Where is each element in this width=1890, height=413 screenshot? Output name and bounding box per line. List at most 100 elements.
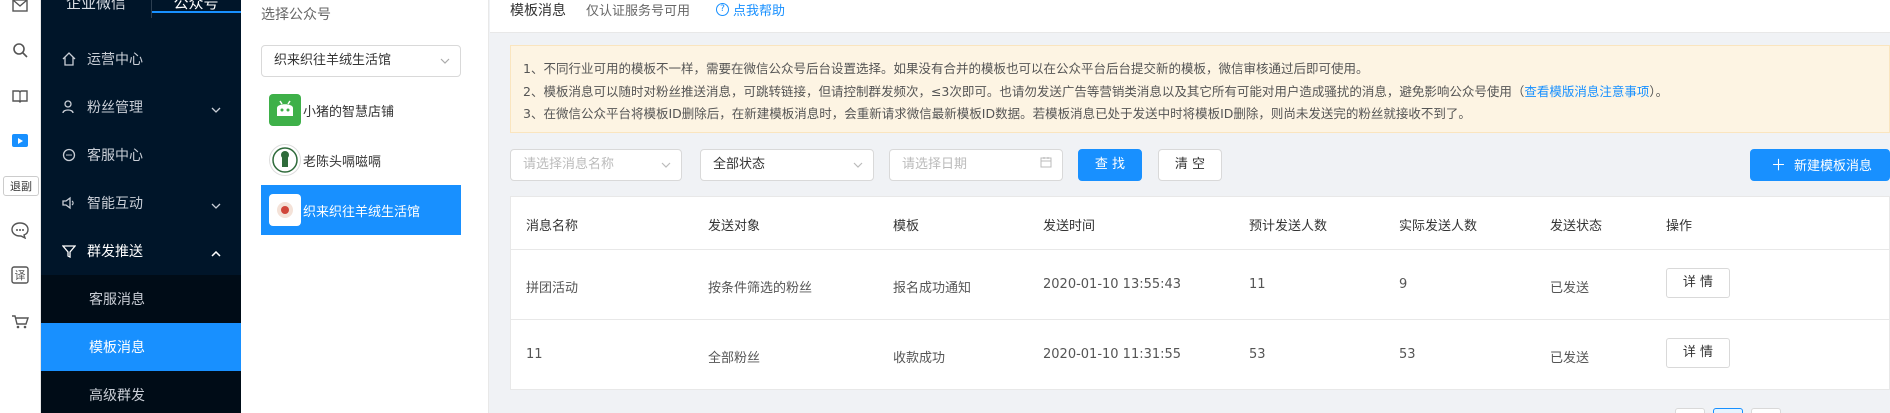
cell-target: 按条件筛选的粉丝 bbox=[708, 281, 813, 296]
nav-item-label: 客服中心 bbox=[87, 148, 143, 164]
nav-item-label: 智能互动 bbox=[87, 196, 143, 212]
cell-target: 全部粉丝 bbox=[708, 351, 761, 366]
help-link-label: 点我帮助 bbox=[733, 4, 786, 19]
nav-item-label: 群发推送 bbox=[87, 244, 143, 260]
nav-item-label: 运营中心 bbox=[87, 52, 143, 68]
cell-status: 已发送 bbox=[1550, 351, 1590, 366]
nav-item-interaction[interactable]: 智能互动 bbox=[41, 179, 241, 227]
translate-icon[interactable]: 译 bbox=[8, 263, 32, 287]
col-name: 消息名称 bbox=[526, 219, 579, 234]
col-status: 发送状态 bbox=[1550, 219, 1603, 234]
cell-actual: 9 bbox=[1399, 277, 1408, 292]
cart-icon[interactable] bbox=[8, 310, 32, 334]
notice-line-2-text: 2、模板消息可以随时对粉丝推送消息，可跳转链接，但请控制群发频次，≤3次即可。也… bbox=[523, 83, 1525, 99]
page-subtitle: 仅认证服务号可用 bbox=[586, 4, 691, 19]
col-time: 发送时间 bbox=[1043, 219, 1096, 234]
mail-icon[interactable] bbox=[8, 0, 32, 18]
nav-sub-service-msg[interactable]: 客服消息 bbox=[41, 275, 241, 323]
nav-item-operations[interactable]: 运营中心 bbox=[41, 35, 241, 83]
plus-icon: ＋ bbox=[1771, 156, 1787, 174]
chevron-down-icon bbox=[853, 150, 863, 180]
message-name-select[interactable]: 请选择消息名称 bbox=[510, 149, 682, 181]
detail-button[interactable]: 详 情 bbox=[1666, 268, 1730, 298]
notice-line-2-end: ）。 bbox=[1649, 83, 1669, 99]
pager-page[interactable] bbox=[1713, 408, 1743, 413]
notice-box: 1、不同行业可用的模板不一样，需要在微信公众号后台设置选择。如果没有合并的模板也… bbox=[510, 45, 1890, 133]
account-panel-title: 选择公众号 bbox=[261, 7, 331, 23]
chat-bubble-icon bbox=[61, 147, 77, 163]
notice-guide-link[interactable]: 查看模版消息注意事项 bbox=[1524, 84, 1649, 99]
search-button[interactable]: 查 找 bbox=[1078, 149, 1142, 181]
nav-item-service[interactable]: 客服中心 bbox=[41, 131, 241, 179]
icon-rail: 退副 译 bbox=[0, 0, 41, 413]
search-icon[interactable] bbox=[8, 38, 32, 62]
nav-tabs: 企业微信 公众号 bbox=[41, 0, 241, 18]
nav-item-fans[interactable]: 粉丝管理 bbox=[41, 83, 241, 131]
account-name: 老陈头嗝嗞嗝 bbox=[303, 154, 382, 170]
new-template-button[interactable]: ＋ 新建模板消息 bbox=[1750, 149, 1890, 181]
account-name: 织来织往羊绒生活馆 bbox=[303, 204, 421, 220]
notice-line-3: 3、在微信公众平台将模板ID删除后，在新建模板消息时，会重新请求微信最新模板ID… bbox=[523, 106, 1471, 121]
pager-prev[interactable] bbox=[1675, 408, 1705, 413]
rail-tag[interactable]: 退副 bbox=[3, 176, 39, 196]
nav-sub-template-msg[interactable]: 模板消息 bbox=[41, 323, 241, 371]
date-picker[interactable]: 请选择日期 bbox=[889, 149, 1063, 181]
pager-next[interactable] bbox=[1751, 408, 1781, 413]
tab-wecom[interactable]: 企业微信 bbox=[41, 0, 151, 16]
date-placeholder: 请选择日期 bbox=[902, 157, 968, 172]
col-target: 发送对象 bbox=[708, 219, 761, 234]
account-select[interactable]: 织来织往羊绒生活馆 bbox=[261, 45, 461, 77]
help-link[interactable]: ? 点我帮助 bbox=[716, 0, 785, 19]
account-item-selected[interactable]: 织来织往羊绒生活馆 bbox=[261, 185, 461, 235]
clear-button[interactable]: 清 空 bbox=[1158, 149, 1222, 181]
status-select[interactable]: 全部状态 bbox=[700, 149, 874, 181]
chat-icon[interactable] bbox=[8, 218, 32, 242]
account-select-value: 织来织往羊绒生活馆 bbox=[274, 53, 392, 68]
account-item[interactable]: 小猪的智慧店铺 bbox=[261, 85, 461, 135]
chevron-down-icon bbox=[661, 150, 671, 180]
user-icon bbox=[61, 99, 77, 115]
cell-status: 已发送 bbox=[1550, 281, 1590, 296]
message-table: 消息名称 发送对象 模板 发送时间 预计发送人数 实际发送人数 发送状态 操作 … bbox=[510, 196, 1890, 390]
cell-name: 拼团活动 bbox=[526, 281, 579, 296]
question-icon: ? bbox=[716, 3, 729, 16]
chevron-down-icon bbox=[211, 101, 221, 117]
col-action: 操作 bbox=[1666, 219, 1693, 234]
cell-expected: 11 bbox=[1249, 277, 1266, 292]
chevron-down-icon bbox=[440, 46, 450, 76]
page-title: 模板消息 bbox=[510, 3, 566, 19]
filter-icon bbox=[61, 243, 77, 259]
col-expected: 预计发送人数 bbox=[1249, 219, 1328, 234]
nav-tab-divider bbox=[151, 0, 152, 18]
page-header: 模板消息 仅认证服务号可用 ? 点我帮助 bbox=[490, 0, 1890, 33]
nav-item-label: 粉丝管理 bbox=[87, 100, 143, 116]
account-panel: 选择公众号 织来织往羊绒生活馆 小猪的智慧店铺 老陈头嗝嗞嗝 织来织往羊绒生活馆 bbox=[241, 0, 489, 413]
cell-time: 2020-01-10 13:55:43 bbox=[1043, 277, 1182, 292]
table-row: 11 全部粉丝 收款成功 2020-01-10 11:31:55 53 53 已… bbox=[511, 319, 1890, 389]
speaker-icon bbox=[61, 195, 77, 211]
table-row: 拼团活动 按条件筛选的粉丝 报名成功通知 2020-01-10 13:55:43… bbox=[511, 249, 1890, 319]
new-template-label: 新建模板消息 bbox=[1794, 159, 1873, 174]
cell-actual: 53 bbox=[1399, 347, 1416, 362]
tab-official-account[interactable]: 公众号 bbox=[151, 0, 241, 13]
col-actual: 实际发送人数 bbox=[1399, 219, 1478, 234]
cell-time: 2020-01-10 11:31:55 bbox=[1043, 347, 1182, 362]
message-name-placeholder: 请选择消息名称 bbox=[523, 157, 615, 172]
detail-button[interactable]: 详 情 bbox=[1666, 338, 1730, 368]
nav-sub-advanced-mass[interactable]: 高级群发 bbox=[41, 371, 241, 413]
svg-text:译: 译 bbox=[15, 269, 26, 282]
home-icon bbox=[61, 51, 77, 67]
cell-template: 收款成功 bbox=[893, 351, 946, 366]
cell-name: 11 bbox=[526, 347, 543, 362]
android-avatar-icon bbox=[269, 94, 301, 126]
notice-line-1: 1、不同行业可用的模板不一样，需要在微信公众号后台设置选择。如果没有合并的模板也… bbox=[523, 61, 1369, 76]
account-item[interactable]: 老陈头嗝嗞嗝 bbox=[261, 135, 461, 185]
brand-logo-icon bbox=[269, 194, 301, 226]
cell-template: 报名成功通知 bbox=[893, 281, 972, 296]
tree-logo-icon bbox=[269, 144, 301, 176]
nav-item-mass-push[interactable]: 群发推送 bbox=[41, 227, 241, 275]
video-icon[interactable] bbox=[8, 128, 32, 152]
account-name: 小猪的智慧店铺 bbox=[303, 104, 395, 120]
side-nav: 企业微信 公众号 运营中心 粉丝管理 客服中心 智能互动 群发推送 客服消息 模… bbox=[41, 0, 241, 413]
book-icon[interactable] bbox=[8, 84, 32, 108]
